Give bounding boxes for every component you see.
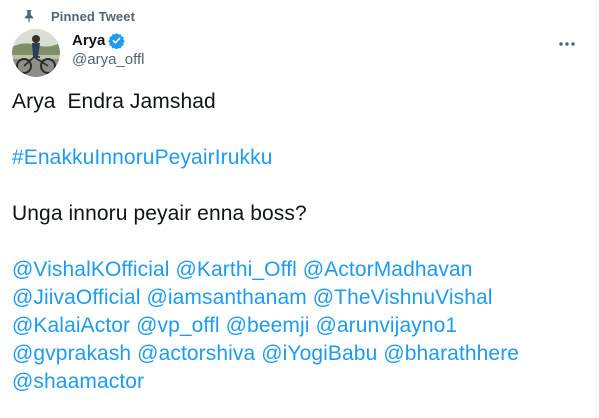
mention-line: @JiivaOfficial @iamsanthanam @TheVishnuV… <box>12 284 582 312</box>
mention-link[interactable]: @JiivaOfficial <box>12 286 141 309</box>
author-handle[interactable]: @arya_offl <box>72 51 145 68</box>
mention-link[interactable]: @VishalKOfficial <box>12 258 170 281</box>
mention-link[interactable]: @arunvijayno1 <box>315 314 457 337</box>
pinned-indicator: Pinned Tweet <box>12 6 135 26</box>
mention-line: @VishalKOfficial @Karthi_Offl @ActorMadh… <box>12 256 582 284</box>
more-options-button[interactable] <box>550 29 584 57</box>
mention-link[interactable]: @beemji <box>226 314 310 337</box>
tweet-card[interactable]: Pinned Tweet Arya @arya_offl Arya Endra … <box>0 0 597 418</box>
tweet-text: Arya Endra Jamshad #EnakkuInnoruPeyairIr… <box>12 88 582 396</box>
mention-link[interactable]: @iYogiBabu <box>261 342 377 365</box>
mention-link[interactable]: @shaamactor <box>12 370 144 393</box>
mention-link[interactable]: @TheVishnuVishal <box>313 286 493 309</box>
mention-link[interactable]: @gvprakash <box>12 342 131 365</box>
mentions-block: @VishalKOfficial @Karthi_Offl @ActorMadh… <box>12 256 582 396</box>
mention-link[interactable]: @vp_offl <box>136 314 220 337</box>
hashtag-link[interactable]: #EnakkuInnoruPeyairIrukku <box>12 146 272 169</box>
pinned-label: Pinned Tweet <box>51 8 136 24</box>
mention-link[interactable]: @actorshiva <box>137 342 255 365</box>
avatar[interactable] <box>12 29 60 77</box>
mention-line: @KalaiActor @vp_offl @beemji @arunvijayn… <box>12 312 582 340</box>
author-display-name[interactable]: Arya <box>72 32 105 49</box>
author-info: Arya @arya_offl <box>72 30 145 69</box>
mention-link[interactable]: @ActorMadhavan <box>303 258 473 281</box>
tweet-question: Unga innoru peyair enna boss? <box>12 202 307 225</box>
mention-line: @shaamactor <box>12 368 582 396</box>
verified-badge-icon <box>108 32 126 49</box>
mention-link[interactable]: @bharathhere <box>383 342 519 365</box>
tweet-line-1: Arya Endra Jamshad <box>12 90 216 113</box>
mention-line: @gvprakash @actorshiva @iYogiBabu @bhara… <box>12 340 582 368</box>
more-dots-icon <box>558 34 576 52</box>
mention-link[interactable]: @Karthi_Offl <box>175 258 296 281</box>
mention-link[interactable]: @KalaiActor <box>12 314 130 337</box>
pin-icon <box>21 8 37 24</box>
mention-link[interactable]: @iamsanthanam <box>146 286 306 309</box>
